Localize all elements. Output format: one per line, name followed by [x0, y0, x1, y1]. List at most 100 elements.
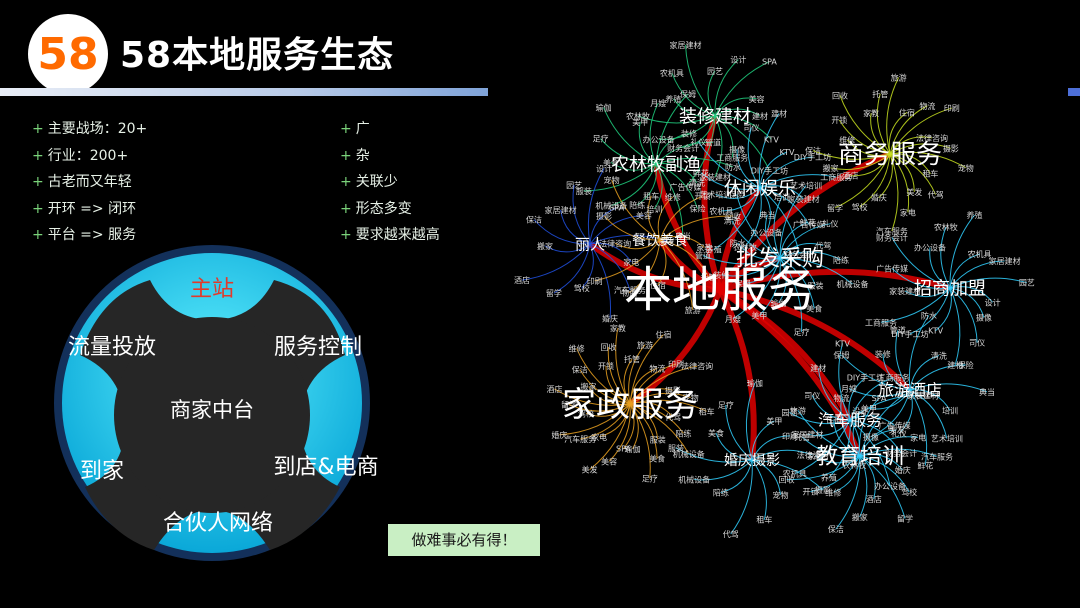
bullet-item: + 开环 => 闭环: [32, 200, 137, 217]
graph-leaf-label: 搬家: [823, 163, 839, 173]
graph-leaf-label: 摄像: [976, 313, 992, 323]
graph-leaf-label: 开锁: [598, 361, 614, 371]
graph-leaf-label: 留学: [546, 288, 562, 298]
bullet-item: + 古老而又年轻: [32, 174, 132, 190]
motto-box: 做难事必有得！: [388, 524, 540, 556]
graph-leaf-label: 婚庆: [551, 430, 567, 440]
graph-hub-label: 餐饮美食: [632, 232, 688, 249]
graph-leaf-label: 园艺: [566, 181, 582, 190]
graph-leaf-label: 酒店: [514, 275, 530, 285]
graph-leaf-label: 广告传媒: [876, 264, 908, 274]
graph-hub-label: 汽车服务: [818, 411, 882, 430]
graph-leaf-label: 瑜伽: [625, 444, 641, 454]
graph-leaf-label: 办公设备: [914, 243, 946, 253]
graph-leaf-label: 装修: [875, 349, 891, 359]
graph-leaf-label: 瑜伽: [596, 103, 612, 113]
graph-leaf-label: 陪练: [676, 428, 692, 438]
graph-leaf-label: SPA: [762, 58, 777, 67]
graph-leaf-label: 清洗: [724, 216, 740, 226]
graph-leaf-label: 物流: [649, 363, 665, 373]
graph-leaf-label: KTV: [764, 135, 780, 144]
bullet-item: + 广: [340, 121, 370, 137]
graph-leaf-label: 养殖: [967, 210, 983, 220]
graph-leaf-label: 管道: [695, 251, 711, 261]
graph-leaf-label: 鲜花: [917, 460, 933, 470]
page-title: 58本地服务生态: [120, 35, 395, 76]
graph-leaf-label: 保洁: [526, 215, 542, 225]
graph-leaf-label: 美发: [906, 187, 922, 197]
graph-leaf-label: 留学: [827, 203, 843, 213]
partner-network-label: 合伙人网络: [162, 511, 274, 536]
graph-leaf-label: 家电: [910, 432, 926, 442]
graph-hub-label: 招商加盟: [914, 278, 986, 299]
graph-leaf-label: 家居建材: [989, 256, 1021, 266]
graph-leaf-label: 印刷: [587, 277, 603, 286]
graph-leaf-label: 维修: [569, 344, 585, 354]
graph-leaf-label: 宠物: [604, 175, 620, 185]
graph-leaf-label: 保洁: [828, 524, 844, 534]
to-home-label: 到家: [79, 459, 125, 484]
graph-leaf-label: 搬家: [852, 512, 868, 522]
graph-leaf-label: 摄像: [729, 144, 745, 154]
graph-leaf-label: 建材: [771, 108, 787, 118]
graph-leaf-label: 设计: [985, 297, 1001, 307]
graph-leaf-label: 陪练: [833, 255, 849, 265]
graph-leaf-label: 足疗: [593, 134, 609, 144]
graph-leaf-label: 月嫂: [650, 98, 666, 108]
graph-leaf-label: 瑜伽: [747, 378, 763, 388]
graph-leaf-label: 酒店: [866, 494, 882, 504]
graph-leaf-label: 司仪: [804, 392, 820, 401]
graph-leaf-label: 建材: [810, 363, 826, 373]
graph-leaf-label: 养殖: [821, 472, 837, 482]
graph-leaf-label: 物流: [919, 101, 935, 111]
graph-leaf-label: 鲜花: [800, 217, 816, 227]
graph-leaf-label: 工商服务: [820, 172, 852, 182]
graph-leaf-label: 家居建材: [545, 205, 577, 215]
graph-leaf-label: 艺术培训: [931, 434, 963, 444]
graph-leaf-label: 物流: [833, 393, 849, 403]
graph-leaf-label: 回收: [600, 342, 616, 352]
graph-leaf-label: 防水: [725, 162, 741, 172]
graph-hub-label: 装修建材: [679, 106, 751, 127]
platform-wheel-diagram: 主站 流量投放 服务控制 商家中台 到家 到店&电商 合伙人网络: [40, 225, 400, 565]
bullet-item: + 主要战场：20+: [32, 121, 148, 137]
to-store-label: 到店&电商: [273, 455, 379, 480]
service-control-label: 服务控制: [273, 335, 363, 360]
graph-leaf-label: 陪练: [629, 200, 645, 210]
graph-leaf-label: 陪练: [713, 488, 729, 498]
main-site-label: 主站: [189, 277, 235, 302]
graph-leaf-label: 机械设备: [836, 279, 868, 289]
graph-leaf-label: 汽车服务: [921, 451, 953, 461]
graph-leaf-label: 礼仪: [690, 137, 706, 147]
graph-leaf-label: 机械设备: [678, 474, 710, 484]
graph-leaf-label: 家教: [610, 323, 626, 333]
graph-leaf-label: 养殖: [665, 94, 681, 104]
graph-leaf-label: 摄影: [815, 485, 831, 495]
graph-leaf-label: 培训: [942, 405, 958, 415]
graph-leaf-label: 设计: [596, 163, 612, 173]
graph-leaf-label: 旅游: [790, 405, 806, 415]
graph-hub-label: 丽人: [575, 235, 605, 253]
graph-leaf-label: 家教: [863, 108, 879, 118]
graph-leaf-label: 防水: [921, 310, 937, 320]
graph-leaf-label: 办公设备: [643, 134, 675, 144]
graph-leaf-label: 清洗: [689, 178, 705, 188]
logo-text: 58: [37, 29, 98, 80]
graph-leaf-label: 美发: [582, 465, 598, 475]
graph-leaf-label: 摄像: [863, 432, 879, 442]
graph-leaf-label: 美容: [636, 210, 652, 220]
graph-leaf-label: 维修: [665, 192, 681, 202]
service-network-graph: 建材KTVDIY手工坊工商服务家装建材广告传媒财务会计办公设备农林牧养殖农机具家…: [514, 40, 1035, 539]
graph-leaf-label: 足疗: [642, 473, 658, 483]
merchant-platform-label: 商家中台: [170, 398, 254, 422]
graph-leaf-label: 租车: [699, 406, 715, 416]
graph-leaf-label: 租车: [922, 169, 938, 179]
graph-hub-label: 家政服务: [562, 385, 698, 425]
graph-leaf-label: 美甲: [632, 117, 648, 127]
graph-leaf-label: 美容: [749, 94, 765, 104]
graph-leaf-label: 财务会计: [876, 232, 908, 242]
graph-leaf-label: 回收: [779, 474, 795, 484]
graph-leaf-label: 租车: [756, 515, 772, 525]
bullet-item: + 行业：200+: [32, 147, 129, 164]
slide: 58 58本地服务生态 + 主要战场：20+ + 行业：200+ + 古老而又年轻 +…: [0, 0, 1080, 608]
